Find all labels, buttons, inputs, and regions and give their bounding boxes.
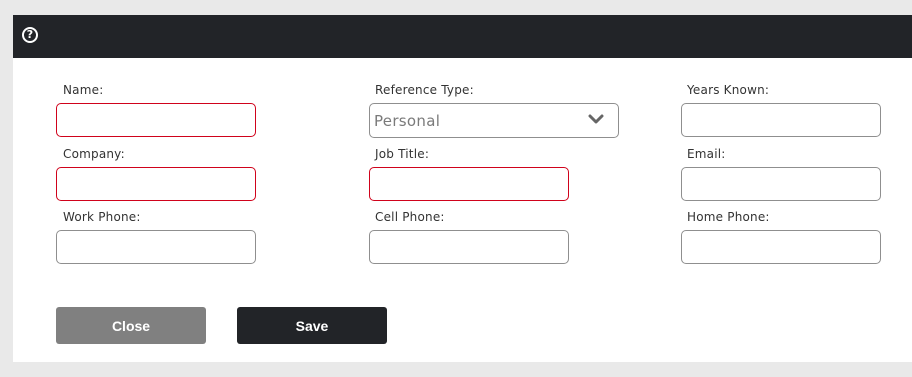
reference-type-label: Reference Type: bbox=[375, 83, 474, 97]
company-label: Company: bbox=[63, 147, 125, 161]
chevron-down-icon bbox=[588, 114, 604, 124]
cell-phone-label: Cell Phone: bbox=[375, 210, 445, 224]
email-field[interactable] bbox=[681, 167, 881, 201]
company-field[interactable] bbox=[56, 167, 256, 201]
years-known-label: Years Known: bbox=[687, 83, 770, 97]
save-button[interactable]: Save bbox=[237, 307, 387, 344]
years-known-field[interactable] bbox=[681, 103, 881, 137]
reference-type-select[interactable]: Personal bbox=[369, 103, 619, 138]
name-field[interactable] bbox=[56, 103, 256, 137]
close-button[interactable]: Close bbox=[56, 307, 206, 344]
job-title-label: Job Title: bbox=[375, 147, 430, 161]
home-phone-field[interactable] bbox=[681, 230, 881, 264]
work-phone-field[interactable] bbox=[56, 230, 256, 264]
reference-type-value: Personal bbox=[374, 112, 441, 130]
reference-dialog: ? Name: Reference Type: Personal Years K… bbox=[13, 15, 912, 362]
help-icon[interactable]: ? bbox=[22, 27, 38, 43]
home-phone-label: Home Phone: bbox=[687, 210, 770, 224]
dialog-titlebar: ? bbox=[13, 15, 912, 58]
work-phone-label: Work Phone: bbox=[63, 210, 141, 224]
cell-phone-field[interactable] bbox=[369, 230, 569, 264]
name-label: Name: bbox=[63, 83, 104, 97]
job-title-field[interactable] bbox=[369, 167, 569, 201]
email-label: Email: bbox=[687, 147, 726, 161]
